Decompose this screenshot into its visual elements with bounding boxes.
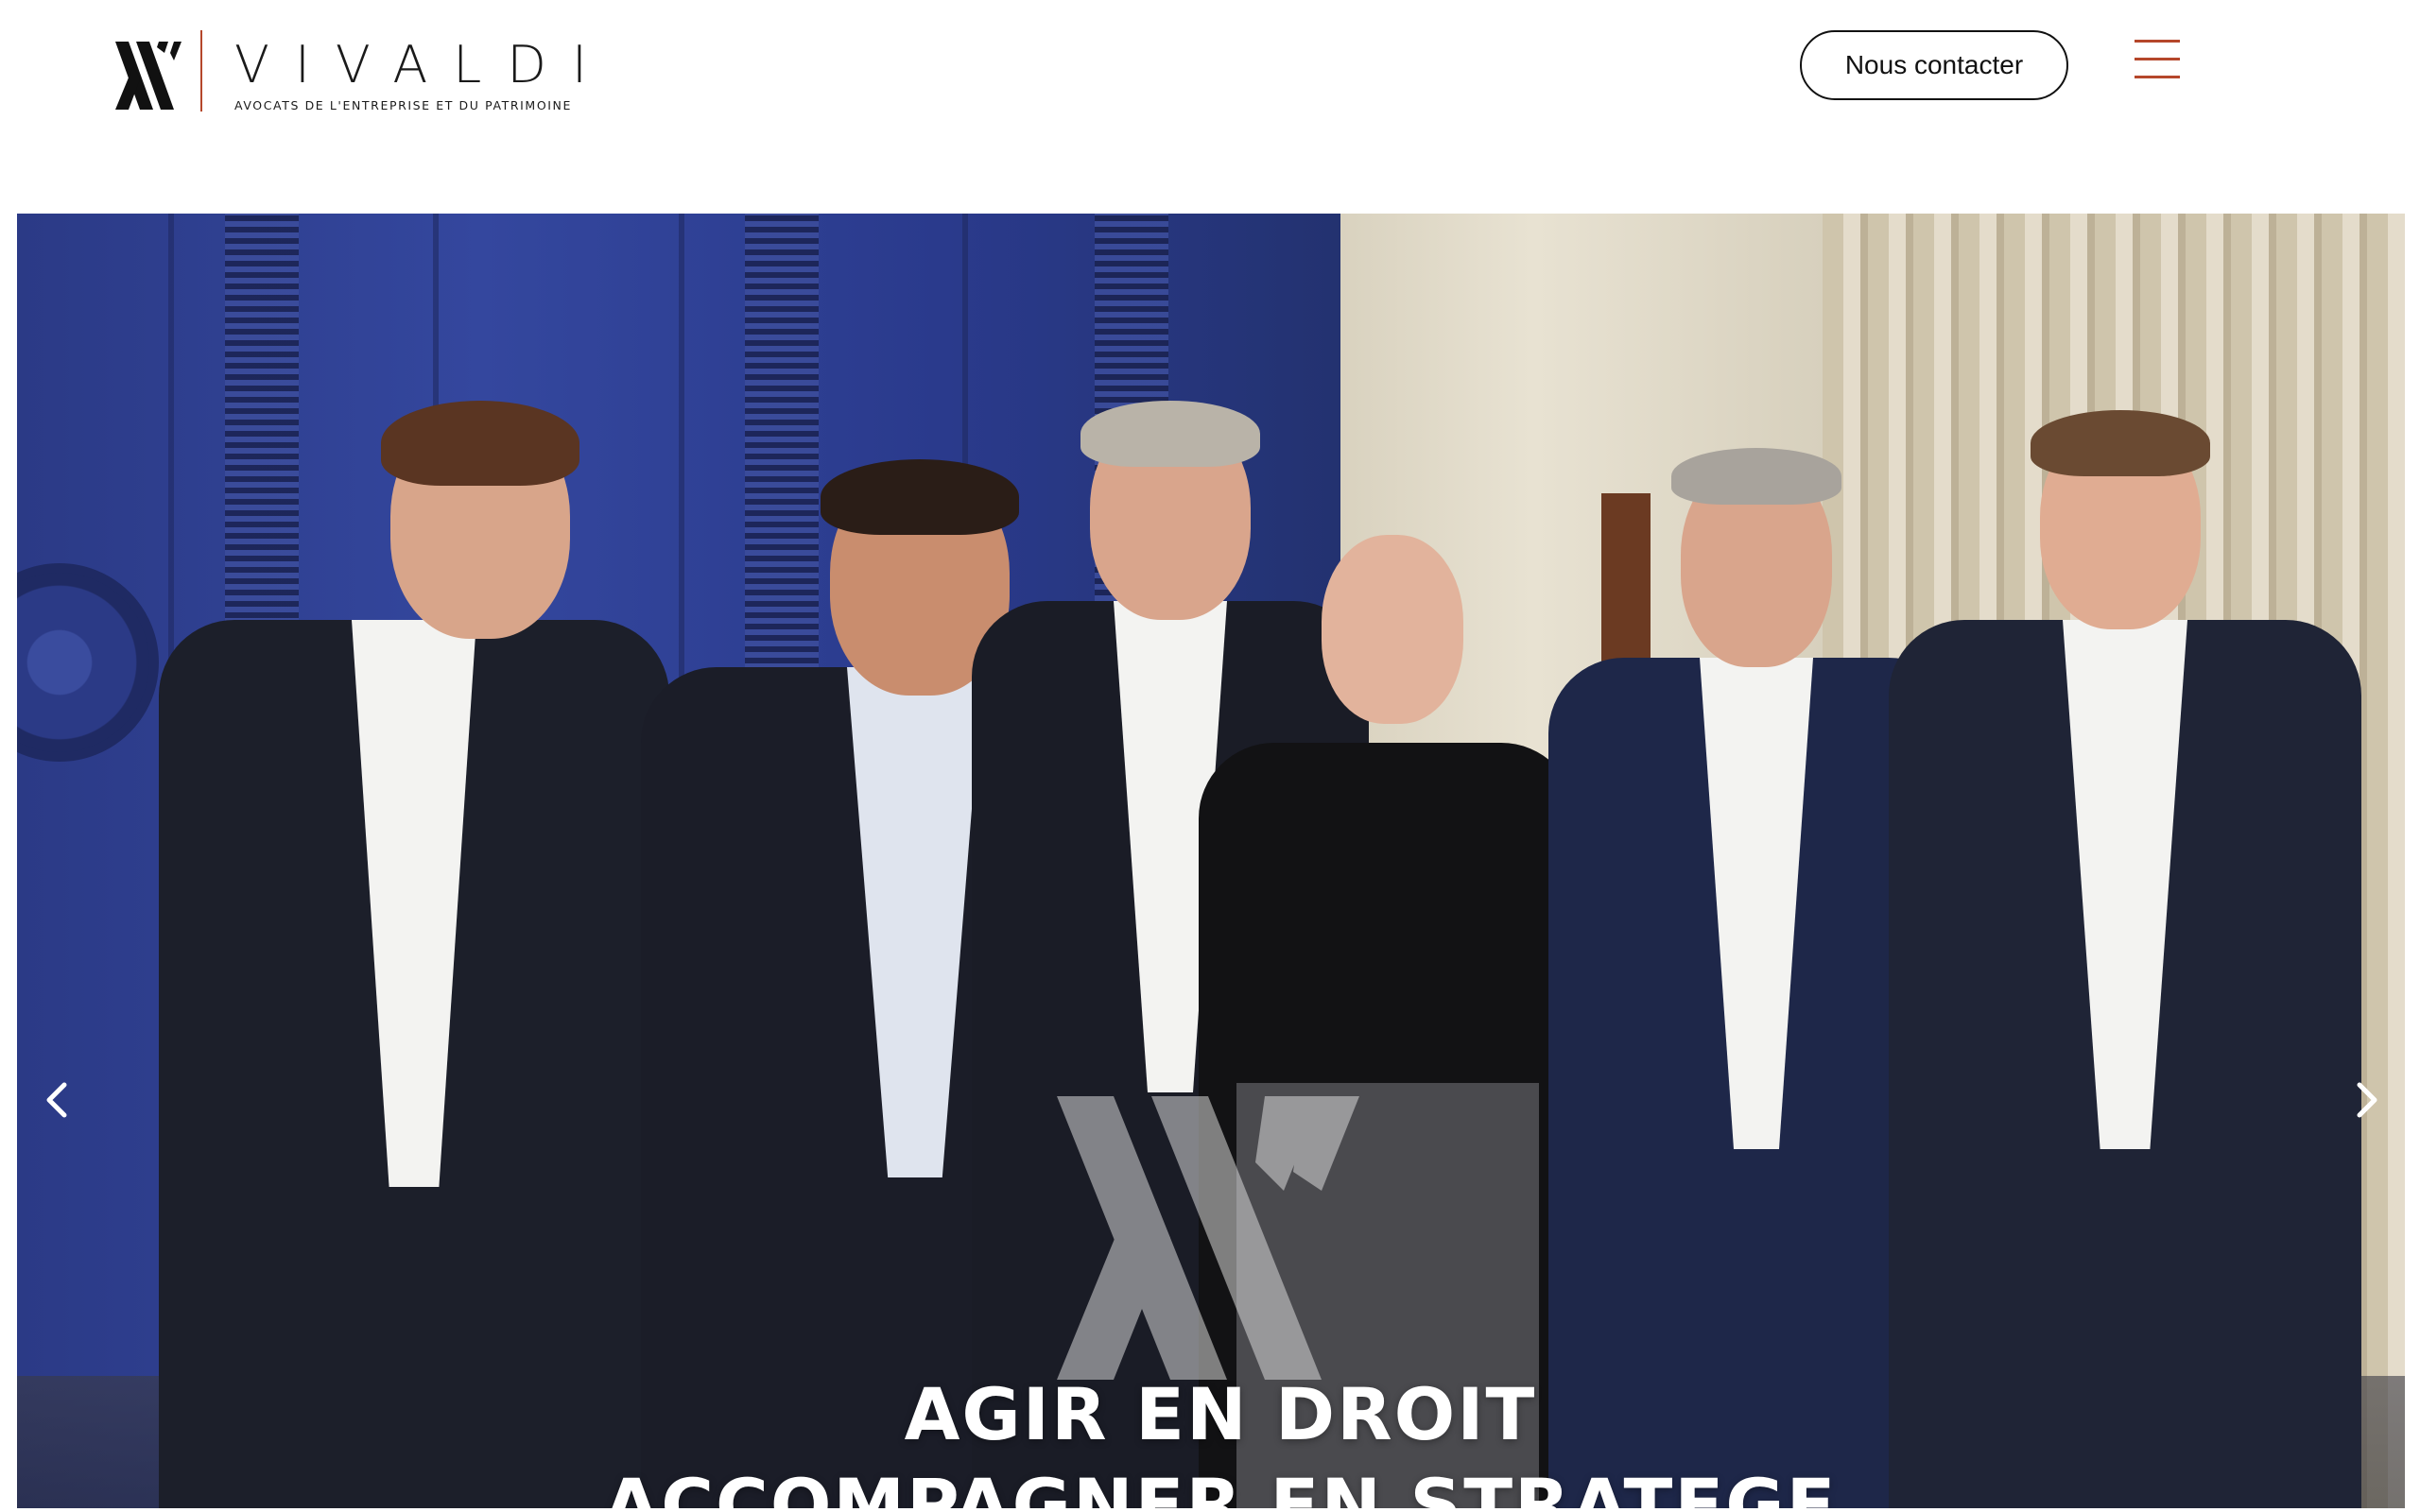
brand-tagline: AVOCATS DE L'ENTREPRISE ET DU PATRIMOINE (234, 98, 572, 112)
team-member (1889, 393, 2361, 1508)
logo-divider (200, 30, 202, 112)
hero-carousel: AGIR EN DROIT ACCOMPAGNER EN STRATEGE (17, 214, 2405, 1508)
carousel-next-button[interactable] (2348, 1074, 2386, 1126)
site-header: VIVALDI AVOCATS DE L'ENTREPRISE ET DU PA… (0, 0, 2420, 214)
vivaldi-monogram-icon (115, 42, 182, 110)
contact-button[interactable]: Nous contacter (1800, 30, 2068, 100)
logo-text: VIVALDI AVOCATS DE L'ENTREPRISE ET DU PA… (234, 30, 613, 113)
team-member (159, 308, 669, 1508)
carousel-prev-button[interactable] (38, 1074, 76, 1126)
brand-logo[interactable]: VIVALDI AVOCATS DE L'ENTREPRISE ET DU PA… (115, 30, 613, 115)
brand-name: VIVALDI (234, 35, 613, 94)
hamburger-line (2135, 76, 2180, 78)
hero-slogan-line2: ACCOMPAGNER EN STRATEGE (603, 1463, 1838, 1508)
chevron-left-icon (46, 1082, 67, 1118)
hamburger-menu-icon (2135, 40, 2180, 43)
chevron-right-icon (2357, 1082, 2377, 1118)
monogram-watermark-icon (1057, 1096, 1359, 1380)
menu-button[interactable] (2135, 38, 2182, 81)
hamburger-line (2135, 58, 2180, 60)
hero-slogan-line1: AGIR EN DROIT (904, 1372, 1537, 1456)
